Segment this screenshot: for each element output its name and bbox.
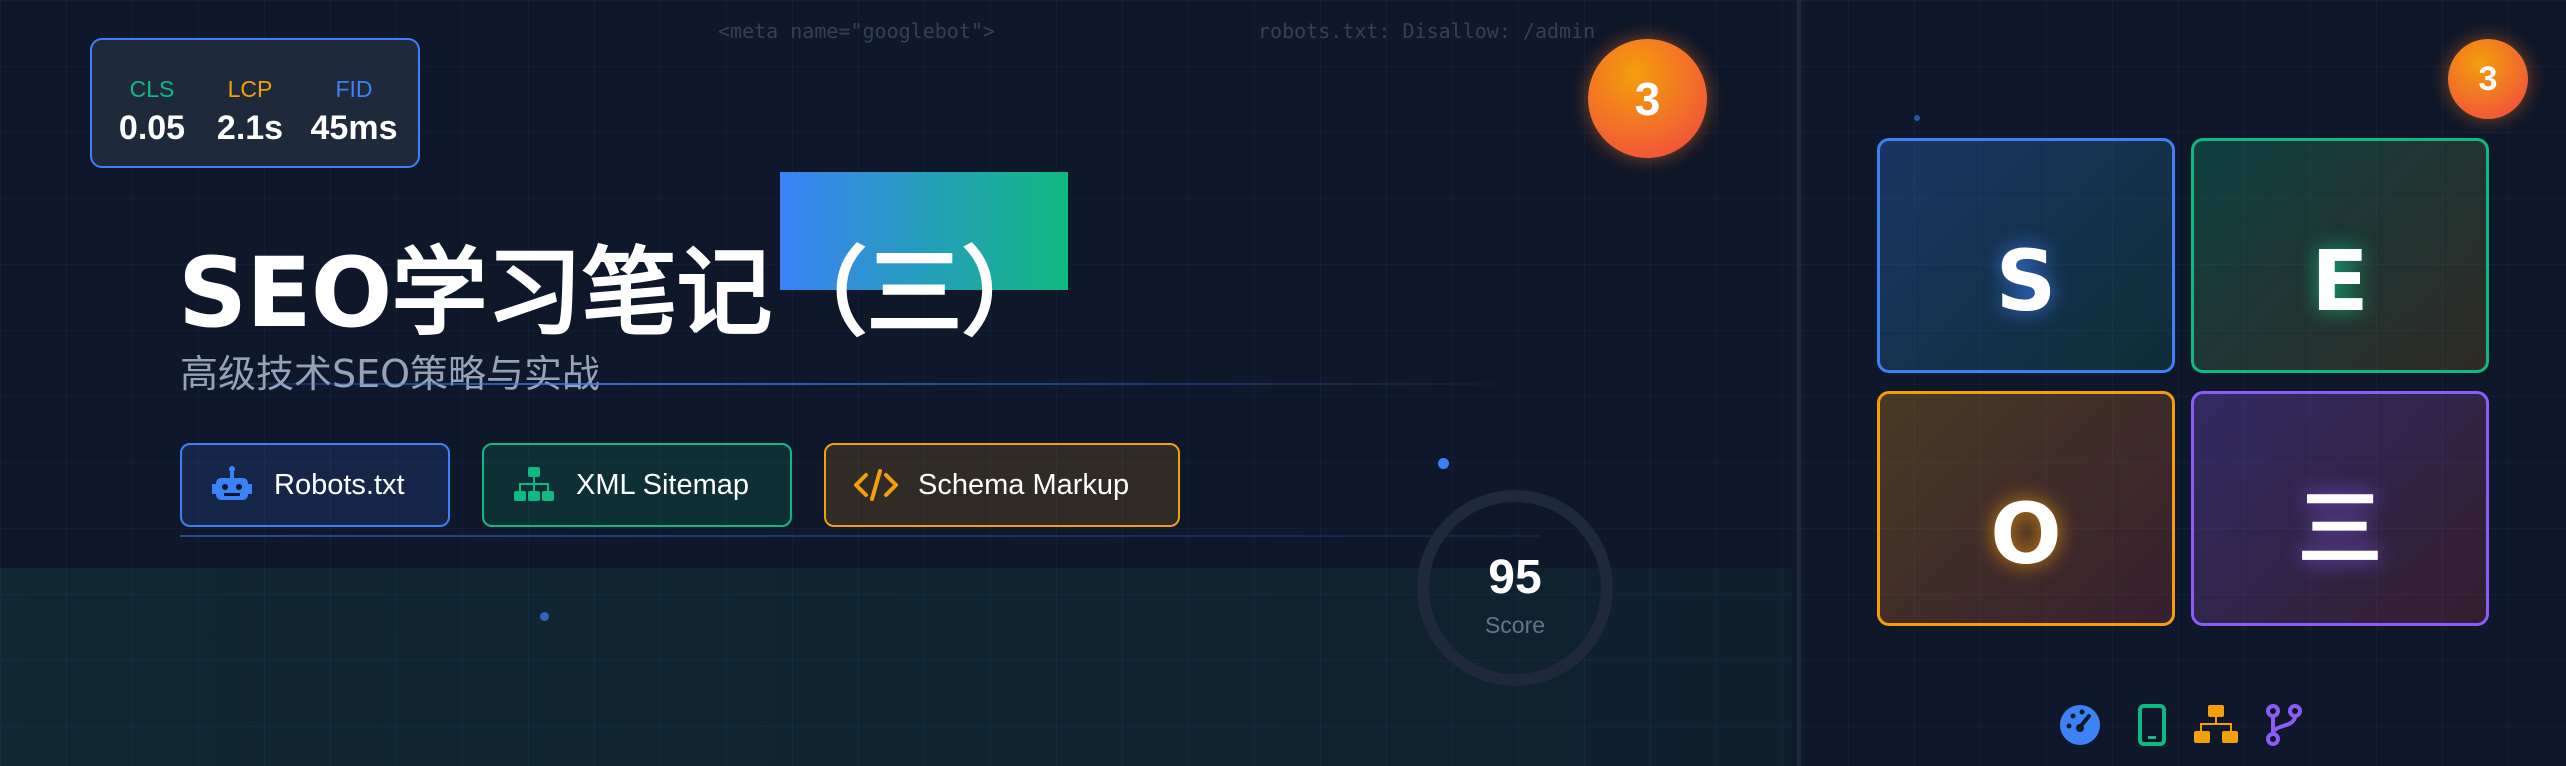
branch-icon [2260, 701, 2308, 749]
metric-lcp: LCP 2.1s [210, 76, 290, 148]
tag-label: Robots.txt [274, 468, 405, 501]
gauge-icon [2056, 701, 2104, 749]
code-icon [854, 463, 898, 507]
letter-tile-s: S [1877, 138, 2175, 373]
metric-label: LCP [227, 76, 273, 102]
page-title: SEO学习笔记（三） [178, 237, 1057, 349]
metric-label: FID [335, 76, 373, 102]
tag-xml-sitemap[interactable]: XML Sitemap [482, 443, 792, 527]
code-snippet-meta: <meta name="googlebot"> [718, 19, 995, 43]
core-web-vitals-card: CLS 0.05 LCP 2.1s FID 45ms [90, 38, 420, 168]
robot-icon [210, 463, 254, 507]
code-snippet-robots: robots.txt: Disallow: /admin [1258, 19, 1596, 43]
number-badge: 3 [1588, 39, 1707, 158]
decor-dot [540, 612, 549, 621]
letter-tile-san: 三 [2191, 391, 2489, 626]
decor-dot [1438, 458, 1449, 469]
metric-cls: CLS 0.05 [112, 76, 192, 148]
network-icon [2192, 701, 2240, 749]
letter-tile-o: O [1877, 391, 2175, 626]
letter-tile-e: E [2191, 138, 2489, 373]
metric-value: 2.1s [216, 109, 284, 147]
metric-value: 0.05 [118, 109, 186, 147]
tag-schema-markup[interactable]: Schema Markup [824, 443, 1180, 527]
tags-underline [180, 535, 1540, 537]
sitemap-icon [512, 463, 556, 507]
metric-fid: FID 45ms [304, 76, 404, 148]
number-badge: 3 [2448, 39, 2528, 119]
tag-label: Schema Markup [918, 468, 1130, 501]
metric-label: CLS [129, 76, 175, 102]
decor-dot [1914, 115, 1920, 121]
tag-robots-txt[interactable]: Robots.txt [180, 443, 450, 527]
mobile-icon [2128, 701, 2176, 749]
page-subtitle: 高级技术SEO策略与实战 [180, 352, 601, 396]
tag-label: XML Sitemap [576, 468, 749, 501]
score-ring: 95 Score [1417, 490, 1613, 686]
score-value: 95 [1488, 551, 1542, 604]
subtitle-underline [180, 383, 1540, 385]
metric-value: 45ms [310, 109, 398, 147]
panel-divider [1797, 0, 1801, 766]
score-label: Score [1484, 612, 1546, 638]
